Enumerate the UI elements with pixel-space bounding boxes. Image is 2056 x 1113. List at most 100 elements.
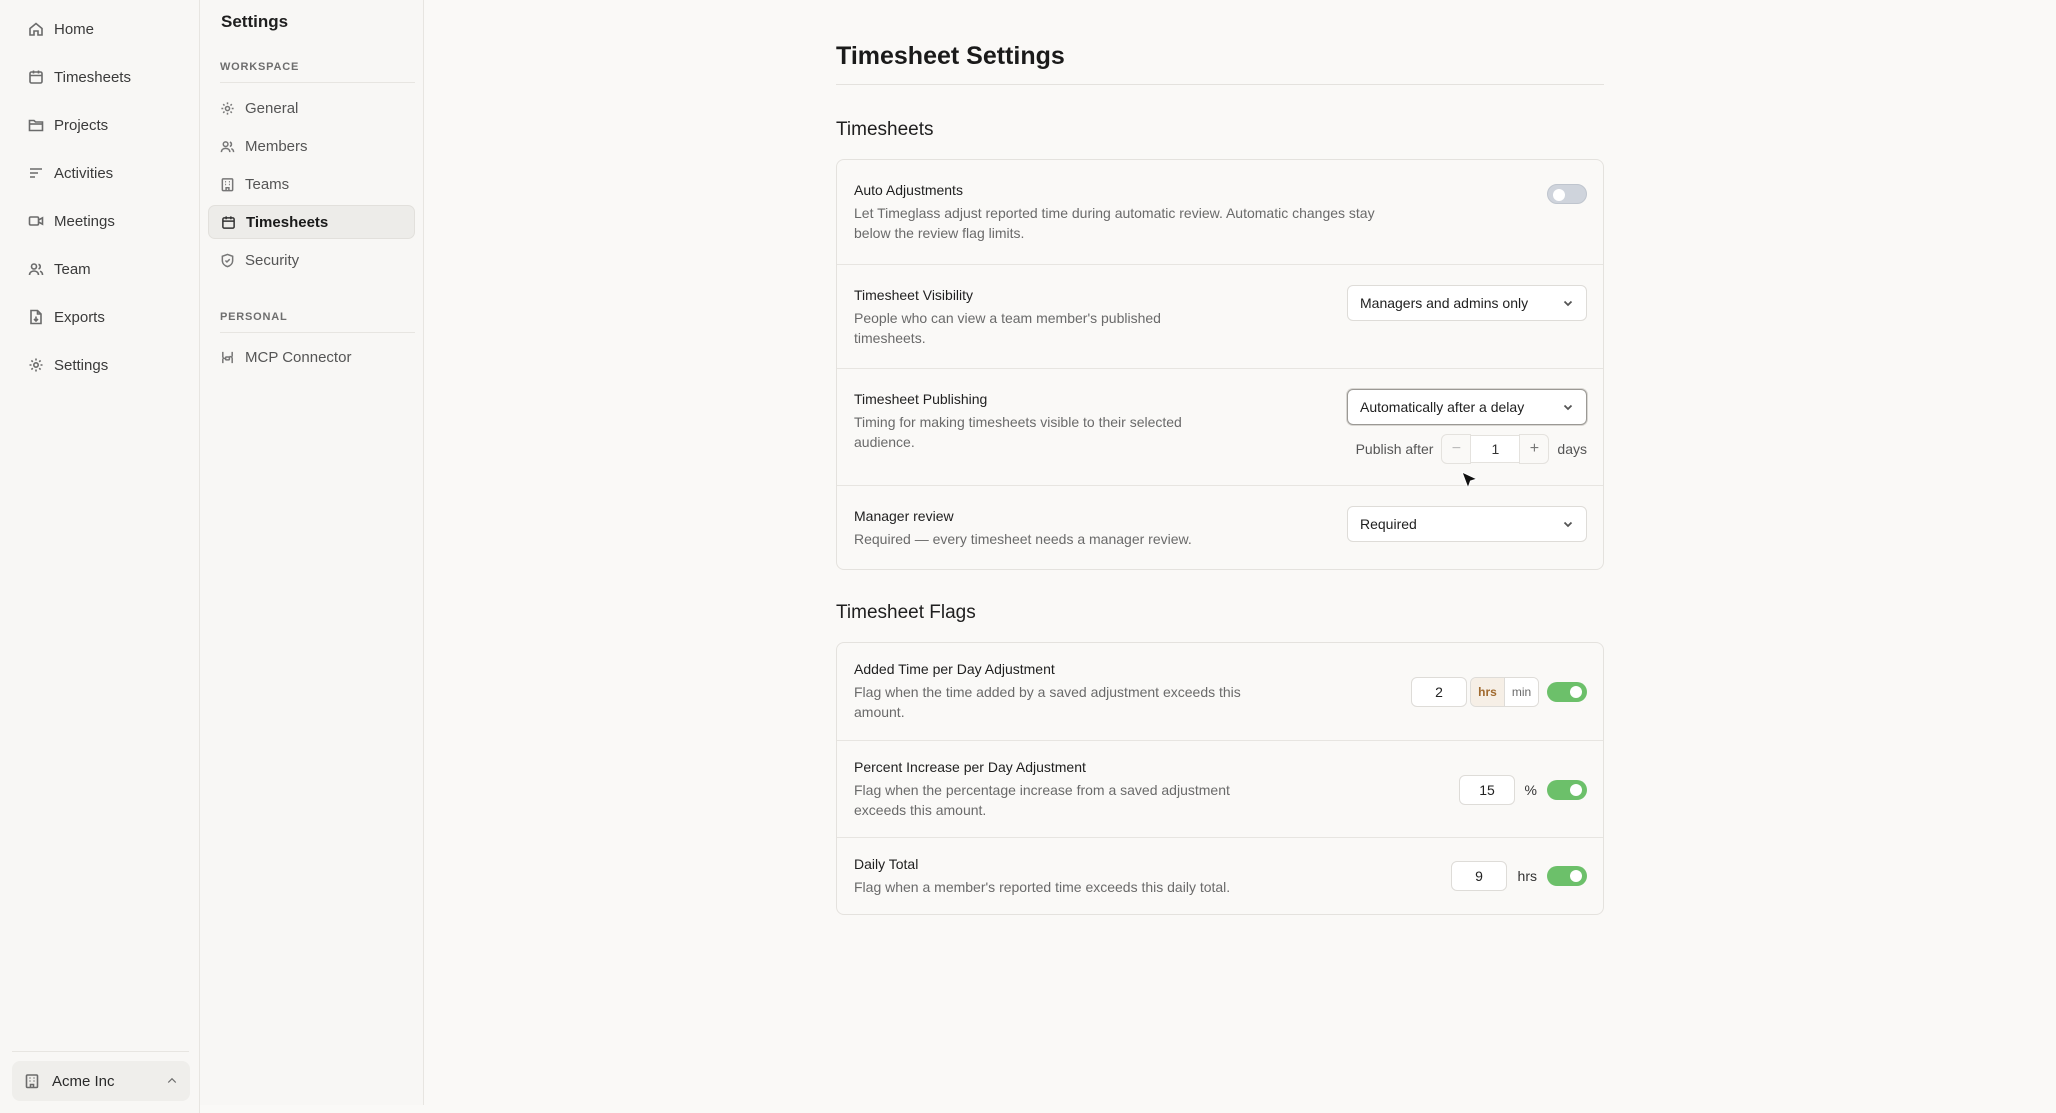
toggle-knob — [1570, 686, 1582, 698]
gear-icon — [221, 101, 234, 115]
settings-item-members[interactable]: Members — [208, 129, 415, 163]
section-heading-flags: Timesheet Flags — [836, 602, 976, 623]
nav-item-team[interactable]: Team — [28, 255, 91, 283]
setting-description: Flag when the percentage increase from a… — [854, 782, 1230, 798]
setting-description: Required — every timesheet needs a manag… — [854, 531, 1192, 547]
page-title: Timesheet Settings — [836, 42, 1065, 70]
mouse-cursor-icon — [1461, 471, 1479, 490]
settings-item-general[interactable]: General — [208, 91, 415, 125]
publishing-select[interactable]: Automatically after a delay — [1347, 389, 1587, 425]
flag-row-daily-total: Daily Total Flag when a member's reporte… — [837, 837, 1603, 916]
timesheets-card: Auto Adjustments Let Timeglass adjust re… — [836, 159, 1604, 570]
building-icon — [221, 177, 234, 191]
setting-description: timesheets. — [854, 330, 926, 346]
chevron-down-icon — [1563, 521, 1573, 528]
unit-hrs-option[interactable]: hrs — [1471, 678, 1505, 706]
setting-row-publishing: Timesheet Publishing Timing for making t… — [837, 368, 1603, 486]
settings-item-security[interactable]: Security — [208, 243, 415, 277]
nav-item-label: Projects — [54, 116, 109, 134]
toggle-knob — [1570, 784, 1582, 796]
settings-item-label: General — [245, 99, 299, 117]
setting-description: Let Timeglass adjust reported time durin… — [854, 205, 1375, 221]
toggle-knob — [1553, 189, 1565, 201]
users-icon — [28, 263, 44, 276]
delay-value[interactable]: 1 — [1471, 435, 1520, 463]
decrement-button[interactable]: − — [1441, 434, 1472, 464]
title-divider — [836, 84, 1604, 85]
settings-item-label: MCP Connector — [245, 348, 352, 366]
nav-item-timesheets[interactable]: Timesheets — [28, 63, 131, 91]
calendar-icon — [222, 215, 235, 229]
publish-after-label: Publish after — [1355, 441, 1434, 457]
section-label-personal: PERSONAL — [220, 311, 288, 323]
nav-divider — [12, 1051, 189, 1052]
chevron-down-icon — [1563, 404, 1573, 411]
nav-item-label: Settings — [54, 356, 109, 374]
percent-unit: % — [1524, 782, 1537, 798]
flags-card: Added Time per Day Adjustment Flag when … — [836, 642, 1604, 915]
nav-item-settings[interactable]: Settings — [28, 351, 108, 379]
nav-item-label: Exports — [54, 308, 105, 326]
section-divider — [220, 82, 415, 83]
flag-row-added-time: Added Time per Day Adjustment Flag when … — [837, 643, 1603, 740]
nav-item-meetings[interactable]: Meetings — [28, 207, 115, 235]
gear-icon — [29, 358, 43, 372]
select-value: Required — [1360, 516, 1417, 532]
delay-unit: days — [1557, 441, 1587, 457]
settings-item-teams[interactable]: Teams — [208, 167, 415, 201]
added-time-toggle[interactable] — [1547, 682, 1587, 702]
select-value: Automatically after a delay — [1360, 399, 1525, 415]
flag-row-percent-increase: Percent Increase per Day Adjustment Flag… — [837, 740, 1603, 838]
settings-item-mcp-connector[interactable]: MCP Connector — [208, 340, 415, 374]
settings-sidebar: Settings WORKSPACE General Members Teams… — [200, 0, 424, 1105]
increment-button[interactable]: + — [1519, 434, 1550, 464]
org-switcher[interactable]: Acme Inc — [12, 1061, 190, 1101]
nav-item-label: Timesheets — [54, 68, 131, 86]
setting-description: People who can view a team member's publ… — [854, 310, 1161, 326]
daily-total-toggle[interactable] — [1547, 866, 1587, 886]
daily-total-unit: hrs — [1517, 868, 1537, 884]
video-icon — [28, 216, 44, 226]
added-time-input[interactable]: 2 — [1411, 677, 1467, 707]
settings-item-label: Security — [245, 251, 300, 269]
select-value: Managers and admins only — [1360, 295, 1529, 311]
toggle-knob — [1570, 870, 1582, 882]
nav-item-label: Home — [54, 20, 95, 38]
nav-item-label: Activities — [54, 164, 114, 182]
setting-description: amount. — [854, 704, 905, 720]
chevron-down-icon — [1563, 300, 1573, 307]
setting-label: Timesheet Publishing — [854, 391, 988, 407]
setting-row-manager-review: Manager review Required — every timeshee… — [837, 485, 1603, 571]
nav-item-home[interactable]: Home — [28, 15, 94, 43]
percent-increase-input[interactable]: 15 — [1459, 775, 1515, 805]
nav-item-label: Meetings — [54, 212, 115, 230]
time-unit-toggle: hrs min — [1470, 677, 1539, 707]
nav-item-activities[interactable]: Activities — [28, 159, 113, 187]
settings-item-label: Teams — [245, 175, 290, 193]
setting-row-visibility: Timesheet Visibility People who can view… — [837, 264, 1603, 369]
building-icon — [25, 1074, 39, 1089]
visibility-select[interactable]: Managers and admins only — [1347, 285, 1587, 321]
unit-min-option[interactable]: min — [1505, 678, 1538, 706]
chevron-up-icon — [167, 1077, 177, 1083]
setting-label: Added Time per Day Adjustment — [854, 661, 1055, 677]
settings-item-timesheets[interactable]: Timesheets — [208, 205, 415, 239]
setting-label: Auto Adjustments — [854, 182, 963, 198]
file-export-icon — [30, 309, 42, 325]
manager-review-select[interactable]: Required — [1347, 506, 1587, 542]
home-icon — [29, 22, 43, 36]
section-heading-timesheets: Timesheets — [836, 119, 934, 140]
daily-total-input[interactable]: 9 — [1451, 861, 1507, 891]
setting-description: Flag when the time added by a saved adju… — [854, 684, 1241, 700]
settings-title: Settings — [221, 12, 289, 31]
auto-adjustments-toggle[interactable] — [1547, 184, 1587, 204]
folder-icon — [28, 119, 44, 132]
org-name: Acme Inc — [52, 1072, 115, 1090]
setting-description: Timing for making timesheets visible to … — [854, 414, 1182, 430]
nav-item-exports[interactable]: Exports — [28, 303, 105, 331]
nav-item-projects[interactable]: Projects — [28, 111, 108, 139]
setting-row-auto-adjustments: Auto Adjustments Let Timeglass adjust re… — [837, 160, 1603, 264]
setting-description: below the review flag limits. — [854, 225, 1025, 241]
percent-increase-toggle[interactable] — [1547, 780, 1587, 800]
setting-label: Manager review — [854, 508, 954, 524]
